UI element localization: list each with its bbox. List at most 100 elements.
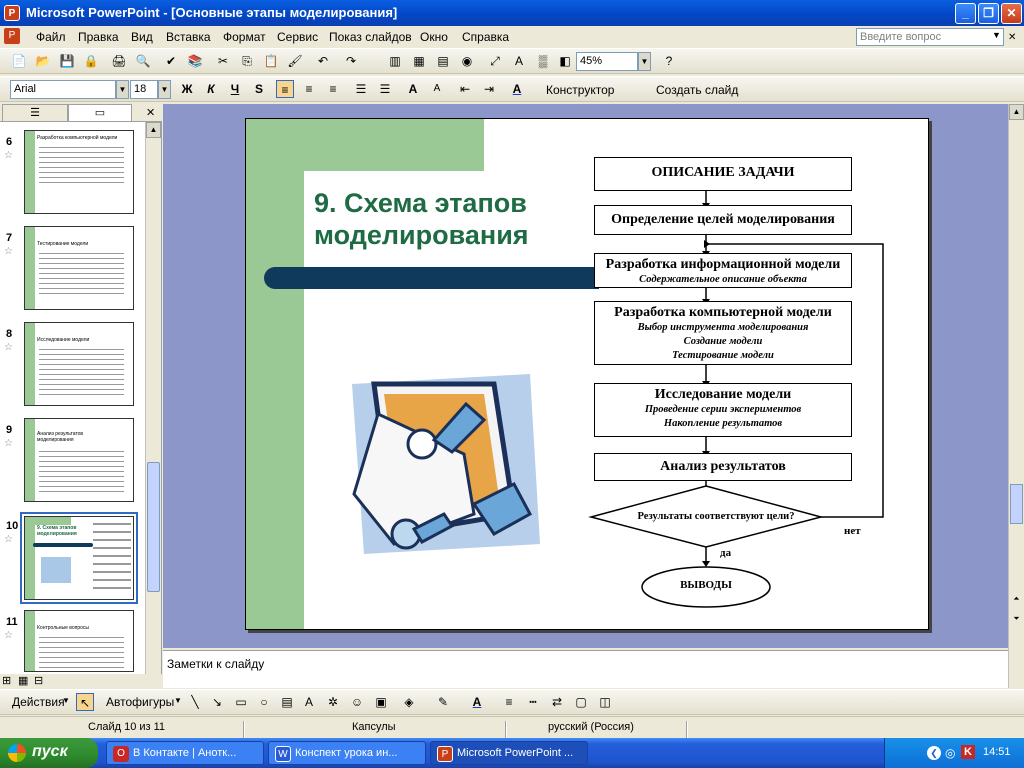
menu-format[interactable]: Формат [223, 30, 266, 44]
decrease-indent-icon[interactable]: ⇤ [456, 80, 474, 98]
antivirus-icon[interactable]: K [961, 745, 975, 759]
slide-thumbnail-9[interactable]: Анализ результатов моделирования [24, 418, 134, 502]
decrease-font-icon[interactable]: A [428, 80, 446, 98]
line-icon[interactable]: ╲ [186, 693, 204, 711]
wordart-icon[interactable]: A [300, 693, 318, 711]
new-slide-button[interactable]: Создать слайд [656, 83, 738, 97]
help-icon[interactable]: ? [660, 52, 678, 70]
dash-style-icon[interactable]: ┅ [524, 693, 542, 711]
shadow-style-icon[interactable]: ▢ [572, 693, 590, 711]
slides-tab-icon[interactable]: ▭ [68, 104, 132, 122]
increase-indent-icon[interactable]: ⇥ [480, 80, 498, 98]
task-vkontakte[interactable]: O В Контакте | Анотк... [106, 741, 264, 765]
underline-button[interactable]: Ч [226, 80, 244, 98]
scroll-up-icon[interactable]: ▲ [146, 122, 161, 138]
grid-icon[interactable]: ▒ [534, 52, 552, 70]
powerpoint-app-icon[interactable]: P [4, 5, 20, 21]
format-painter-icon[interactable]: 🖌 [286, 52, 304, 70]
slide-thumbnail-10[interactable]: 9. Схема этапов моделирования [24, 516, 134, 600]
paste-icon[interactable]: 📋 [262, 52, 280, 70]
bullets-icon[interactable]: ☰ [376, 80, 394, 98]
font-field[interactable]: Arial [10, 80, 116, 99]
autoshapes-dropdown-icon[interactable]: ▼ [174, 696, 182, 705]
tray-expand-icon[interactable]: ❮ [927, 746, 941, 760]
3d-style-icon[interactable]: ◫ [596, 693, 614, 711]
align-center-icon[interactable]: ≡ [300, 80, 318, 98]
close-doc-icon[interactable]: ✕ [1008, 32, 1016, 43]
zoom-field[interactable]: 45% [576, 52, 638, 71]
main-scrollbar[interactable]: ▲ ⏶ ⏷ [1008, 104, 1024, 688]
clipart-insert-icon[interactable]: ☺ [348, 693, 366, 711]
sorter-view-icon[interactable]: ▦ [18, 674, 28, 687]
redo-icon[interactable]: ↷ [342, 52, 360, 70]
shadow-button[interactable]: S [250, 80, 268, 98]
next-slide-icon[interactable]: ⏷ [1009, 614, 1024, 630]
spelling-icon[interactable]: ✔ [162, 52, 180, 70]
menu-window[interactable]: Окно [420, 30, 448, 44]
scroll-up-icon[interactable]: ▲ [1009, 104, 1024, 120]
font-dropdown-icon[interactable]: ▼ [116, 80, 129, 99]
start-button[interactable]: пуск [0, 738, 98, 768]
cut-icon[interactable]: ✂ [214, 52, 232, 70]
normal-view-icon[interactable]: ⊞ [2, 674, 11, 687]
prev-slide-icon[interactable]: ⏶ [1009, 594, 1024, 610]
restore-button[interactable]: ❐ [978, 3, 999, 24]
chart-icon[interactable]: ▥ [386, 52, 404, 70]
font-size-field[interactable]: 18 [130, 80, 158, 99]
zoom-dropdown-icon[interactable]: ▼ [638, 52, 651, 71]
tables-borders-icon[interactable]: ▤ [434, 52, 452, 70]
italic-button[interactable]: К [202, 80, 220, 98]
slide-thumbnail-7[interactable]: Тестирование модели [24, 226, 134, 310]
ask-question-input[interactable]: Введите вопрос [856, 28, 1004, 46]
slide-canvas[interactable]: 9. Схема этапов моделирования ОПИСАНИЕ З… [245, 118, 929, 630]
align-right-icon[interactable]: ≡ [324, 80, 342, 98]
slide-thumbnail-6[interactable]: Разработка компьютерной модели [24, 130, 134, 214]
font-color-icon[interactable]: A [508, 80, 526, 98]
picture-icon[interactable]: ▣ [372, 693, 390, 711]
network-icon[interactable]: ◎ [945, 746, 955, 760]
designer-button[interactable]: Конструктор [546, 83, 614, 97]
clock[interactable]: 14:51 [983, 746, 1011, 758]
menu-tools[interactable]: Сервис [277, 30, 318, 44]
menu-slideshow[interactable]: Показ слайдов [329, 30, 412, 44]
color-grayscale-icon[interactable]: ◧ [556, 52, 574, 70]
print-icon[interactable]: 🖨 [110, 52, 128, 70]
slide-title[interactable]: 9. Схема этапов моделирования [314, 187, 594, 251]
close-button[interactable]: ✕ [1001, 3, 1022, 24]
increase-font-icon[interactable]: A [404, 80, 422, 98]
line-color-icon[interactable]: ✎ [434, 693, 452, 711]
menu-view[interactable]: Вид [131, 30, 153, 44]
line-style-icon[interactable]: ≡ [500, 693, 518, 711]
oval-icon[interactable]: ○ [255, 693, 273, 711]
main-scroll-thumb[interactable] [1010, 484, 1023, 524]
research-icon[interactable]: 📚 [186, 52, 204, 70]
panel-scroll-thumb[interactable] [147, 462, 160, 592]
clipart-icon[interactable]: ◉ [458, 52, 476, 70]
open-icon[interactable]: 📂 [34, 52, 52, 70]
autoshapes-button[interactable]: Автофигуры [106, 695, 174, 709]
document-icon[interactable]: P [4, 28, 20, 44]
copy-icon[interactable]: ⎘ [238, 52, 256, 70]
notes-pane[interactable]: Заметки к слайду [163, 650, 1008, 688]
align-left-icon[interactable]: ≡ [276, 80, 294, 98]
text-formatting-icon[interactable]: A [510, 52, 528, 70]
arrow-style-icon[interactable]: ⇄ [548, 693, 566, 711]
rectangle-icon[interactable]: ▭ [232, 693, 250, 711]
new-icon[interactable]: 📄 [10, 52, 28, 70]
diagram-icon[interactable]: ✲ [324, 693, 342, 711]
close-panel-icon[interactable]: ✕ [146, 106, 155, 119]
expand-icon[interactable]: ⤢ [486, 52, 504, 70]
select-pointer-icon[interactable]: ↖ [76, 693, 94, 711]
save-icon[interactable]: 💾 [58, 52, 76, 70]
actions-button[interactable]: Действия [12, 695, 65, 709]
undo-icon[interactable]: ↶ [314, 52, 332, 70]
menu-insert[interactable]: Вставка [166, 30, 211, 44]
menu-help[interactable]: Справка [462, 30, 509, 44]
actions-dropdown-icon[interactable]: ▼ [62, 696, 70, 705]
slideshow-view-icon[interactable]: ⊟ [34, 674, 43, 687]
text-color-icon[interactable]: A [468, 693, 486, 711]
size-dropdown-icon[interactable]: ▼ [158, 80, 171, 99]
menu-edit[interactable]: Правка [78, 30, 119, 44]
permission-icon[interactable]: 🔒 [82, 52, 100, 70]
slide-thumbnail-8[interactable]: Исследование модели [24, 322, 134, 406]
